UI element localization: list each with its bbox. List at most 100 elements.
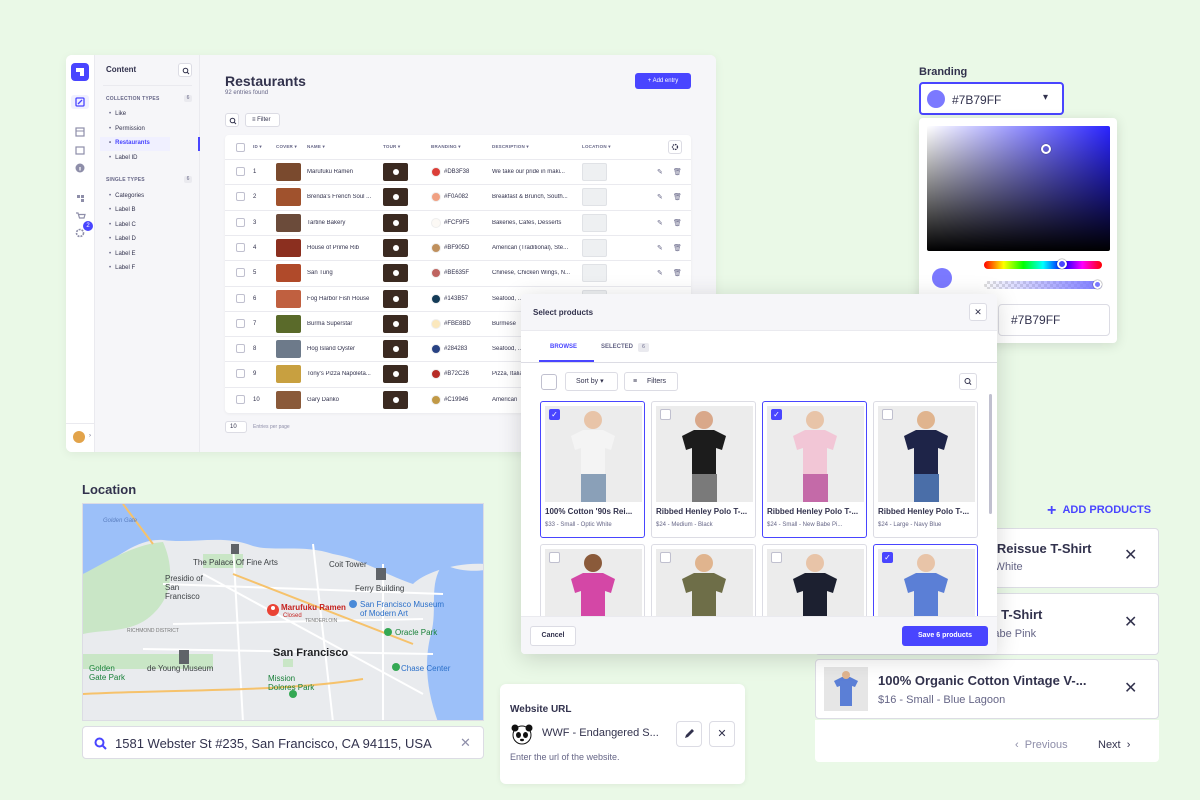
column-header-cover[interactable]: COVER ▾ [276, 144, 297, 150]
product-checkbox[interactable] [771, 552, 782, 563]
row-tour-video[interactable] [383, 365, 408, 384]
product-card[interactable]: Ribbed Henley Polo T-... $24 - Large - Na… [873, 401, 978, 538]
tab-browse[interactable]: BROWSE [550, 344, 577, 350]
remove-product-button[interactable]: ✕ [1124, 612, 1137, 632]
previous-page-button[interactable]: ‹ Previous [1015, 739, 1068, 751]
sidebar-item-restaurants[interactable]: Restaurants [109, 140, 150, 146]
row-checkbox[interactable] [236, 369, 245, 379]
product-checkbox[interactable] [882, 409, 893, 420]
hue-slider[interactable] [984, 259, 1102, 269]
row-checkbox[interactable] [236, 192, 245, 202]
tab-selected[interactable]: SELECTED [601, 344, 633, 350]
product-card[interactable]: ✓ Ribbed Henley Polo T-... $24 - Small - N… [762, 401, 867, 538]
row-tour-video[interactable] [383, 289, 408, 308]
sidebar-search-button[interactable] [178, 63, 192, 77]
alpha-slider[interactable] [984, 280, 1102, 289]
filters-button[interactable]: ≡ Filters [624, 372, 678, 391]
alpha-handle[interactable] [1093, 280, 1102, 289]
table-row[interactable]: 5 San Tung #BE635F Chinese, Chicken Wings, … [225, 260, 691, 285]
row-tour-video[interactable] [383, 163, 408, 181]
next-page-button[interactable]: Next › [1098, 739, 1130, 751]
saturation-handle[interactable] [1041, 144, 1051, 154]
table-row[interactable]: 4 House of Prime Rib #BF905D American (Trad… [225, 234, 691, 260]
per-page-select[interactable]: 10 [225, 421, 247, 433]
add-products-button[interactable]: + ADD PRODUCTS [1047, 502, 1151, 520]
edit-url-button[interactable] [676, 721, 702, 747]
row-tour-video[interactable] [383, 213, 408, 232]
hue-handle[interactable] [1057, 259, 1067, 269]
row-checkbox[interactable] [236, 217, 245, 227]
add-entry-button[interactable]: + Add entry [635, 73, 691, 89]
content-manager-icon[interactable] [74, 96, 86, 108]
cancel-button[interactable]: Cancel [530, 626, 576, 646]
pencil-icon[interactable]: ✎ [657, 244, 663, 252]
row-tour-video[interactable] [383, 390, 408, 409]
product-checkbox[interactable]: ✓ [882, 552, 893, 563]
table-search-button[interactable] [225, 113, 239, 127]
pencil-icon[interactable]: ✎ [657, 168, 663, 176]
remove-product-button[interactable]: ✕ [1124, 678, 1137, 698]
plugins-icon[interactable] [74, 192, 86, 204]
select-all-products-checkbox[interactable] [541, 374, 557, 390]
trash-icon[interactable]: 🗑 [673, 193, 682, 201]
expand-chevron-icon[interactable]: › [89, 433, 91, 439]
sidebar-item-label-d[interactable]: Label D [109, 236, 136, 242]
product-checkbox[interactable]: ✓ [549, 409, 560, 420]
table-settings-button[interactable] [668, 140, 682, 154]
product-checkbox[interactable] [660, 409, 671, 420]
media-library-icon[interactable] [74, 144, 86, 156]
sidebar-item-permission[interactable]: Permission [109, 126, 145, 132]
saturation-panel[interactable] [927, 126, 1110, 251]
pencil-icon[interactable]: ✎ [657, 219, 663, 227]
product-card[interactable]: ✓ 100% Cotton '90s Rei... $33 - Small - Op… [540, 401, 645, 538]
filter-button[interactable]: ≡ Filter [245, 113, 280, 127]
sidebar-item-like[interactable]: Like [109, 111, 126, 117]
table-row[interactable]: 2 Brenda's French Soul ... #F0A082 Breakfas… [225, 184, 691, 209]
trash-icon[interactable]: 🗑 [673, 168, 682, 176]
close-modal-button[interactable]: ✕ [969, 303, 987, 321]
remove-url-button[interactable]: ✕ [709, 721, 735, 747]
sidebar-item-label-b[interactable]: Label B [109, 207, 135, 213]
clear-address-button[interactable]: ✕ [460, 735, 471, 751]
info-icon[interactable] [74, 162, 86, 174]
row-checkbox[interactable] [236, 268, 245, 278]
row-checkbox[interactable] [236, 318, 245, 328]
column-header-tour[interactable]: TOUR ▾ [383, 144, 400, 150]
column-header-description[interactable]: DESCRIPTION ▾ [492, 144, 529, 150]
row-checkbox[interactable] [236, 394, 245, 404]
column-header-id[interactable]: ID ▾ [253, 144, 262, 150]
product-checkbox[interactable] [660, 552, 671, 563]
address-input[interactable]: 1581 Webster St #235, San Francisco, CA … [82, 726, 484, 759]
row-tour-video[interactable] [383, 188, 408, 207]
product-search-button[interactable] [959, 373, 977, 390]
product-card[interactable]: Ribbed Henley Polo T-... $24 - Medium - B… [651, 401, 756, 538]
trash-icon[interactable]: 🗑 [673, 269, 682, 277]
content-type-builder-icon[interactable] [74, 126, 86, 138]
row-tour-video[interactable] [383, 314, 408, 333]
row-checkbox[interactable] [236, 242, 245, 252]
trash-icon[interactable]: 🗑 [673, 244, 682, 252]
marketplace-icon[interactable] [74, 210, 86, 222]
sidebar-item-label-e[interactable]: Label E [109, 251, 135, 257]
sidebar-item-label-c[interactable]: Label C [109, 222, 136, 228]
column-header-location[interactable]: LOCATION ▾ [582, 144, 611, 150]
product-checkbox[interactable] [549, 552, 560, 563]
sort-by-button[interactable]: Sort by ▾ [565, 372, 618, 391]
pencil-icon[interactable]: ✎ [657, 193, 663, 201]
save-products-button[interactable]: Save 6 products [902, 626, 988, 646]
row-checkbox[interactable] [236, 344, 245, 354]
remove-product-button[interactable]: ✕ [1124, 545, 1137, 565]
row-tour-video[interactable] [383, 238, 408, 257]
app-logo[interactable] [71, 63, 89, 81]
row-tour-video[interactable] [383, 340, 408, 359]
sidebar-item-categories[interactable]: Categories [109, 193, 144, 199]
sidebar-item-label-id[interactable]: Label ID [109, 155, 137, 161]
select-all-checkbox[interactable] [236, 143, 245, 152]
row-checkbox[interactable] [236, 167, 245, 176]
pencil-icon[interactable]: ✎ [657, 269, 663, 277]
map[interactable]: Golden Gate The Palace Of Fine Arts Coit… [82, 503, 484, 721]
scrollbar[interactable] [989, 394, 992, 514]
column-header-branding[interactable]: BRANDING ▾ [431, 144, 461, 150]
trash-icon[interactable]: 🗑 [673, 219, 682, 227]
product-checkbox[interactable]: ✓ [771, 409, 782, 420]
